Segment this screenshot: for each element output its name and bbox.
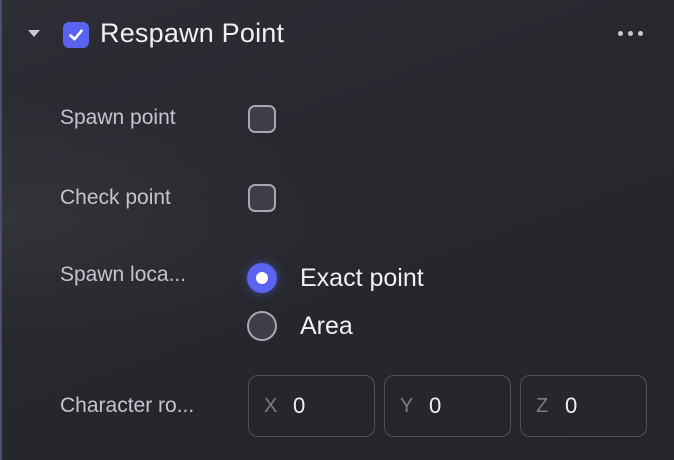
axis-z-label: Z — [536, 395, 549, 417]
component-header: Respawn Point — [2, 0, 674, 70]
rotation-x-value[interactable]: 0 — [293, 393, 305, 419]
rotation-y-value[interactable]: 0 — [429, 393, 441, 419]
background-glow — [2, 90, 362, 350]
more-dot — [628, 31, 633, 36]
area-radio-label[interactable]: Area — [300, 312, 353, 341]
exact-point-radio[interactable] — [247, 263, 277, 293]
more-dot — [618, 31, 623, 36]
axis-x-label: X — [264, 395, 278, 417]
component-title: Respawn Point — [100, 18, 285, 48]
chevron-down-icon[interactable] — [28, 30, 40, 37]
spawn-point-label: Spawn point — [60, 106, 176, 129]
check-point-checkbox[interactable] — [248, 184, 276, 212]
check-point-label: Check point — [60, 186, 171, 209]
area-radio[interactable] — [247, 311, 277, 341]
rotation-y-input[interactable]: Y 0 — [384, 375, 511, 437]
character-rotation-label: Character ro... — [60, 394, 195, 417]
rotation-x-input[interactable]: X 0 — [248, 375, 375, 437]
spawn-point-checkbox[interactable] — [248, 105, 276, 133]
check-icon — [69, 29, 83, 41]
axis-y-label: Y — [400, 395, 414, 417]
component-enabled-checkbox[interactable] — [63, 22, 89, 48]
more-dot — [638, 31, 643, 36]
more-options-button[interactable] — [618, 28, 644, 40]
rotation-z-input[interactable]: Z 0 — [520, 375, 647, 437]
rotation-z-value[interactable]: 0 — [565, 393, 577, 419]
exact-point-radio-label[interactable]: Exact point — [300, 264, 424, 293]
spawn-location-label: Spawn loca... — [60, 263, 187, 286]
respawn-point-panel: Respawn Point Spawn point Check point Sp… — [0, 0, 674, 460]
